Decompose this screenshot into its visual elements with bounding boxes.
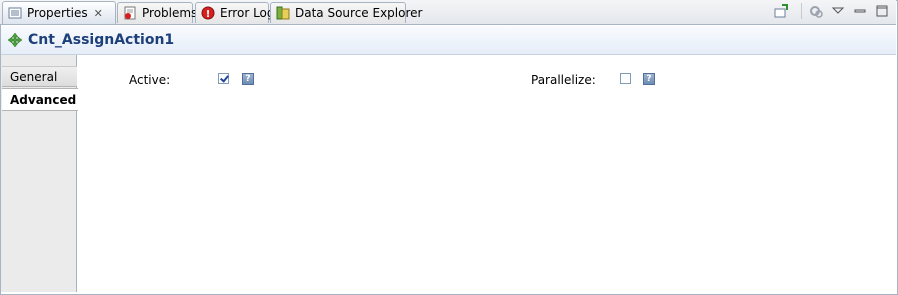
problems-icon [122,5,138,21]
tab-properties[interactable]: Properties ✕ [2,1,116,24]
properties-icon [7,5,23,21]
tab-label: Properties [27,6,88,20]
nav-item-label: Advanced [10,92,77,107]
tab-data-source-explorer[interactable]: Data Source Explorer [270,2,422,23]
tab-label: Problems [142,6,198,20]
view-menu-icon[interactable] [801,3,824,19]
page-title: Cnt_AssignAction1 [28,32,175,48]
view-tab-bar: Properties ✕ Problems ! Error Log Data S… [0,0,896,25]
properties-section-nav: General Advanced [1,55,78,292]
nav-item-advanced[interactable]: Advanced [2,88,78,111]
parallelize-label: Parallelize: [531,73,596,87]
tab-error-log[interactable]: ! Error Log [195,2,275,23]
nav-item-label: General [10,69,58,84]
assign-action-icon [7,32,23,48]
tab-label: Error Log [220,6,275,20]
close-icon[interactable]: ✕ [94,7,103,20]
error-log-icon: ! [200,5,216,21]
tab-label: Data Source Explorer [295,6,423,20]
tab-problems[interactable]: Problems [117,2,197,23]
active-label: Active: [129,73,171,87]
view-toolbar [773,3,890,19]
nav-item-general[interactable]: General [2,66,77,87]
maximize-icon[interactable] [874,3,890,19]
dropdown-icon[interactable] [830,3,846,19]
active-checkbox[interactable] [218,73,229,84]
pin-icon[interactable] [773,3,789,19]
help-icon[interactable]: ? [643,73,655,85]
help-icon[interactable]: ? [242,73,254,85]
minimize-icon[interactable] [852,3,868,19]
svg-text:!: ! [206,9,211,20]
parallelize-checkbox[interactable] [620,73,631,84]
properties-title-bar: Cnt_AssignAction1 [1,26,896,55]
data-source-explorer-icon [275,5,291,21]
